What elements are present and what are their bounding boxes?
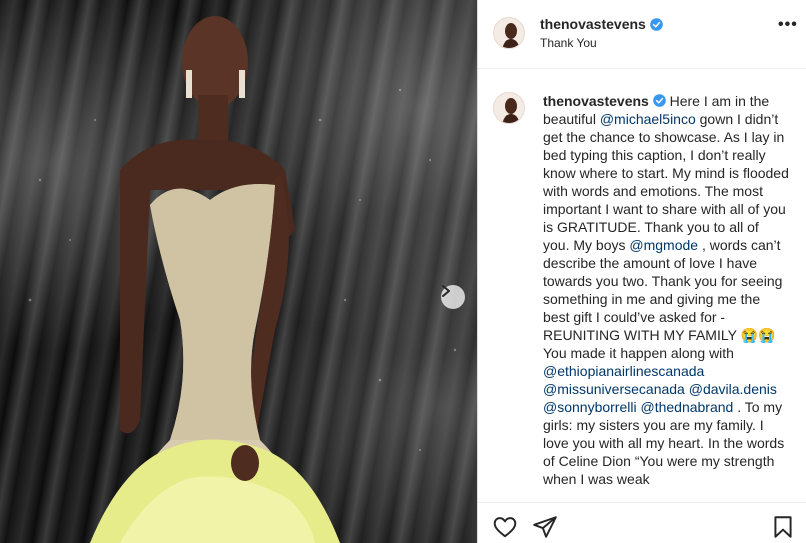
caption-text-segment: gown I didn’t get the chance to showcase… bbox=[543, 111, 789, 253]
post-side-panel: thenovastevens Thank You ••• thenovastev… bbox=[478, 0, 806, 543]
more-options-button[interactable]: ••• bbox=[778, 16, 798, 34]
action-bar bbox=[478, 502, 806, 543]
mention-link[interactable]: @michael5inco bbox=[600, 111, 696, 127]
post-header: thenovastevens Thank You ••• bbox=[478, 0, 806, 69]
bookmark-icon bbox=[774, 516, 792, 538]
mention-link[interactable]: @ethiopianairlinescanada bbox=[543, 363, 704, 379]
paper-plane-icon bbox=[533, 516, 557, 538]
post-author: thenovastevens bbox=[540, 16, 663, 32]
mention-link[interactable]: @sonnyborrelli bbox=[543, 399, 637, 415]
username-link[interactable]: thenovastevens bbox=[540, 16, 646, 32]
mention-link[interactable]: @thednabrand bbox=[640, 399, 733, 415]
post-photo bbox=[0, 0, 477, 543]
avatar[interactable] bbox=[493, 92, 525, 124]
chevron-right-icon bbox=[442, 285, 450, 297]
profile-picture bbox=[494, 93, 524, 123]
like-button[interactable] bbox=[492, 514, 518, 540]
heart-icon bbox=[493, 517, 517, 538]
comments-area: thenovastevens Here I am in the beautifu… bbox=[478, 70, 806, 502]
avatar[interactable] bbox=[493, 17, 525, 49]
share-button[interactable] bbox=[532, 514, 558, 540]
location-link[interactable]: Thank You bbox=[540, 36, 597, 50]
next-photo-button[interactable] bbox=[441, 285, 465, 309]
profile-picture bbox=[494, 18, 524, 48]
photo-illustration bbox=[28, 16, 457, 543]
mention-link[interactable]: @missuniversecanada bbox=[543, 381, 685, 397]
caption-text: Here I am in the beautiful @michael5inco… bbox=[543, 93, 789, 487]
post-modal: thenovastevens Thank You ••• thenovastev… bbox=[0, 0, 806, 543]
caption-text-segment: , words can’t describe the amount of lov… bbox=[543, 237, 783, 361]
caption-username[interactable]: thenovastevens bbox=[543, 93, 649, 109]
save-button[interactable] bbox=[770, 514, 796, 540]
verified-badge-icon bbox=[652, 94, 666, 107]
mention-link[interactable]: @mgmode bbox=[629, 237, 698, 253]
post-caption: thenovastevens Here I am in the beautifu… bbox=[543, 92, 789, 488]
verified-badge-icon bbox=[650, 17, 663, 31]
mention-link[interactable]: @davila.denis bbox=[689, 381, 777, 397]
